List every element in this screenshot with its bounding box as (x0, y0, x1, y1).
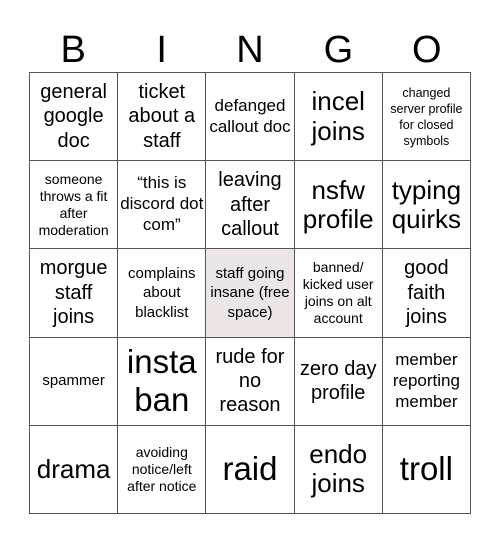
bingo-header: B I N G O (29, 28, 471, 72)
header-letter-i: I (156, 29, 167, 71)
bingo-cell[interactable]: troll (382, 425, 471, 514)
bingo-cell[interactable]: insta ban (118, 337, 207, 426)
header-letter-o: O (412, 29, 442, 71)
bingo-cell-text: rude for no reason (215, 345, 285, 417)
bingo-cell[interactable]: endo joins (294, 425, 383, 514)
bingo-cell[interactable]: leaving after callout (206, 161, 295, 250)
bingo-cell[interactable]: avoiding notice/left after notice (118, 425, 207, 514)
bingo-cell[interactable]: drama (30, 425, 119, 514)
bingo-cell-text: good faith joins (404, 257, 449, 329)
bingo-cell-text: nsfw profile (302, 174, 374, 234)
bingo-cell[interactable]: ticket about a staff (118, 73, 207, 162)
bingo-cell-text: ticket about a staff (128, 81, 196, 152)
header-letter-b: B (60, 29, 86, 71)
bingo-cell-text: troll (399, 450, 453, 488)
bingo-cell[interactable]: rude for no reason (206, 337, 295, 426)
bingo-cell[interactable]: banned/ kicked user joins on alt account (294, 249, 383, 338)
bingo-cell[interactable]: general google doc (30, 73, 119, 162)
bingo-cell-text: endo joins (309, 439, 368, 499)
bingo-cell-text: someone throws a fit after moderation (38, 171, 109, 238)
bingo-cell[interactable]: typing quirks (382, 161, 471, 250)
bingo-cell-text: spammer (42, 372, 105, 390)
bingo-cell[interactable]: complains about blacklist (118, 249, 207, 338)
bingo-cell-free-space[interactable]: staff going insane (free space) (206, 249, 295, 338)
bingo-cell-text: typing quirks (391, 174, 462, 234)
bingo-cell-text: complains about blacklist (128, 264, 196, 321)
bingo-cell-text: defanged callout doc (209, 95, 291, 136)
header-letter-n: N (236, 29, 264, 71)
bingo-cell[interactable]: raid (206, 425, 295, 514)
bingo-cell-text: banned/ kicked user joins on alt account (302, 259, 374, 326)
bingo-cell-text: zero day profile (299, 357, 377, 405)
bingo-cell-text: drama (36, 453, 111, 484)
bingo-cell[interactable]: someone throws a fit after moderation (30, 161, 119, 250)
bingo-cell[interactable]: incel joins (294, 73, 383, 162)
bingo-cell[interactable]: morgue staff joins (30, 249, 119, 338)
bingo-grid: general google doc ticket about a staff de… (29, 72, 471, 514)
bingo-cell[interactable]: “this is discord dot com” (118, 161, 207, 250)
bingo-cell-text: “this is discord dot com” (120, 173, 204, 235)
bingo-cell[interactable]: spammer (30, 337, 119, 426)
bingo-cell[interactable]: nsfw profile (294, 161, 383, 250)
bingo-cell-text: raid (222, 450, 278, 488)
bingo-cell-text: insta ban (126, 343, 197, 419)
bingo-cell[interactable]: changed server profile for closed symbol… (382, 73, 471, 162)
bingo-cell-text: leaving after callout (218, 169, 282, 240)
bingo-cell[interactable]: defanged callout doc (206, 73, 295, 162)
bingo-cell[interactable]: good faith joins (382, 249, 471, 338)
bingo-cell-text: changed server profile for closed symbol… (390, 85, 463, 148)
bingo-cell[interactable]: zero day profile (294, 337, 383, 426)
bingo-cell-text: morgue staff joins (39, 257, 108, 329)
bingo-cell[interactable]: member reporting member (382, 337, 471, 426)
bingo-cell-text: avoiding notice/left after notice (127, 444, 197, 494)
bingo-cell-text: staff going insane (free space) (210, 264, 290, 321)
bingo-cell-text: incel joins (311, 86, 365, 146)
bingo-cell-text: general google doc (40, 81, 107, 152)
bingo-cell-text: member reporting member (392, 349, 460, 411)
header-letter-g: G (323, 29, 354, 71)
